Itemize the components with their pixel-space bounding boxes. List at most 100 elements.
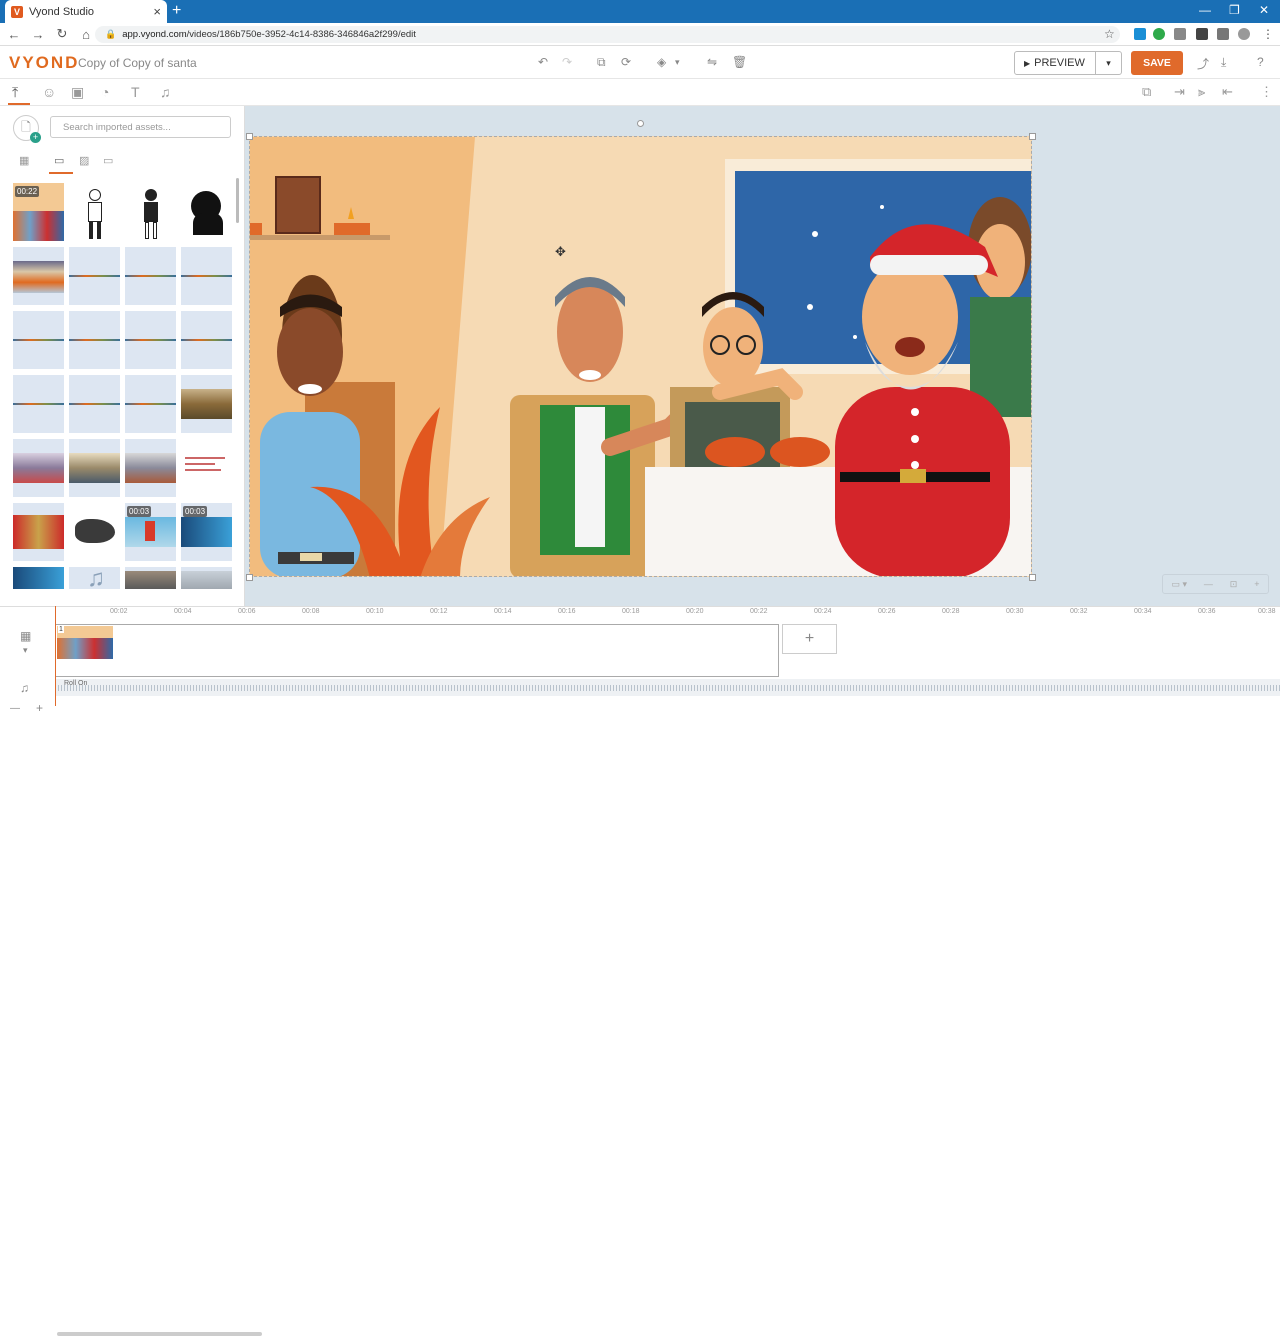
paste-icon[interactable]: ⟳: [621, 55, 631, 69]
scene-canvas[interactable]: [249, 136, 1032, 577]
asset-thumbnail[interactable]: [69, 311, 120, 369]
download-icon[interactable]: ⤓: [1221, 55, 1226, 70]
asset-thumbnail[interactable]: [181, 439, 232, 497]
asset-thumbnail[interactable]: [69, 439, 120, 497]
more-icon[interactable]: ⋮: [1260, 84, 1273, 100]
reload-icon[interactable]: ↻: [52, 26, 72, 42]
forward-icon[interactable]: →: [28, 27, 48, 42]
asset-thumbnail[interactable]: [13, 375, 64, 433]
zoom-control[interactable]: ▭ ▾ — ⊡ +: [1162, 574, 1269, 594]
asset-thumbnail[interactable]: 00:03: [125, 503, 176, 561]
flip-icon[interactable]: ⇋: [707, 55, 717, 69]
asset-thumbnail[interactable]: [125, 567, 176, 589]
resize-handle[interactable]: [246, 133, 253, 140]
add-scene-button[interactable]: +: [782, 624, 837, 654]
preview-button[interactable]: ▶ PREVIEW ▾: [1014, 51, 1122, 75]
extension-icon[interactable]: [1134, 28, 1146, 40]
asset-thumbnail[interactable]: [181, 311, 232, 369]
asset-thumbnail[interactable]: [69, 503, 120, 561]
scene-filter-icon[interactable]: ▦: [19, 154, 29, 167]
asset-thumbnail[interactable]: [13, 311, 64, 369]
resize-handle[interactable]: [246, 574, 253, 581]
share-icon[interactable]: ⤴: [1197, 55, 1209, 72]
character-icon[interactable]: ☺: [42, 84, 56, 100]
back-icon[interactable]: ←: [4, 27, 24, 42]
search-input[interactable]: Search imported assets...: [50, 116, 231, 138]
screen-icon[interactable]: ▭ ▾: [1171, 579, 1187, 590]
zoom-in-timeline-icon[interactable]: +: [36, 701, 43, 715]
scene-track[interactable]: 1: [55, 624, 779, 677]
asset-thumbnail[interactable]: ♫: [69, 567, 120, 589]
save-button[interactable]: SAVE: [1131, 51, 1183, 75]
extension-icon[interactable]: [1196, 28, 1208, 40]
asset-thumbnail[interactable]: [125, 439, 176, 497]
group-icon[interactable]: ⧉: [1142, 84, 1151, 100]
layers-icon[interactable]: ◈: [657, 55, 666, 69]
resize-handle[interactable]: [1029, 574, 1036, 581]
camera-icon[interactable]: [1174, 28, 1186, 40]
zoom-out-timeline-icon[interactable]: —: [10, 703, 20, 714]
timeline-ruler[interactable]: 00:02 00:04 00:06 00:08 00:10 00:12 00:1…: [0, 606, 1280, 623]
redo-icon[interactable]: ↷: [562, 55, 572, 69]
props-icon[interactable]: ▣: [71, 84, 84, 101]
asset-thumbnail[interactable]: 00:22: [13, 183, 64, 241]
menu-icon[interactable]: ⋮: [1262, 27, 1274, 41]
close-tab-icon[interactable]: ×: [153, 4, 161, 19]
upload-asset-button[interactable]: 🗋 +: [13, 115, 41, 143]
asset-thumbnail[interactable]: [181, 183, 232, 241]
asset-thumbnail[interactable]: [69, 375, 120, 433]
asset-thumbnail[interactable]: [13, 439, 64, 497]
asset-thumbnail[interactable]: 00:03: [181, 503, 232, 561]
folder-filter-icon[interactable]: ▭: [54, 154, 64, 167]
undo-icon[interactable]: ↶: [538, 55, 548, 69]
audio-track[interactable]: [55, 679, 1280, 696]
bookmark-star-icon[interactable]: ☆: [1104, 27, 1115, 41]
asset-thumbnail[interactable]: [125, 311, 176, 369]
chevron-down-icon[interactable]: ▾: [1095, 52, 1121, 74]
chart-icon[interactable]: ◔: [101, 84, 109, 100]
zoom-out-icon[interactable]: —: [1204, 579, 1213, 589]
asset-thumbnail[interactable]: [125, 183, 176, 241]
asset-thumbnail[interactable]: [13, 247, 64, 305]
restore-icon[interactable]: ❐: [1229, 3, 1240, 17]
asset-thumbnail[interactable]: [13, 567, 64, 589]
asset-thumbnail[interactable]: [69, 247, 120, 305]
asset-scrollbar[interactable]: [236, 178, 239, 223]
enter-icon[interactable]: ⇥: [1174, 84, 1185, 100]
music-icon[interactable]: ♫: [160, 84, 171, 100]
scene-track-icon[interactable]: ▦: [20, 629, 31, 643]
url-field[interactable]: 🔒 app.vyond.com/videos/186b750e-3952-4c1…: [95, 26, 1120, 43]
asset-thumbnail[interactable]: [181, 567, 232, 589]
project-title[interactable]: Copy of Copy of santa: [78, 56, 197, 70]
text-icon[interactable]: T: [131, 84, 140, 100]
fit-icon[interactable]: ⊡: [1230, 579, 1238, 590]
transition-icon[interactable]: ⫸: [1198, 84, 1205, 100]
close-window-icon[interactable]: ✕: [1259, 3, 1269, 17]
scene-thumbnail[interactable]: 1: [57, 626, 113, 659]
zoom-in-icon[interactable]: +: [1254, 579, 1259, 589]
upload-icon[interactable]: ⤒: [12, 84, 18, 101]
profile-icon[interactable]: [1238, 28, 1250, 40]
trash-icon[interactable]: 🗑: [732, 55, 747, 69]
image-filter-icon[interactable]: ▨: [79, 154, 89, 167]
extension-icon[interactable]: [1153, 28, 1165, 40]
new-tab-icon[interactable]: +: [172, 2, 181, 20]
asset-thumbnail[interactable]: [181, 375, 232, 433]
asset-thumbnail[interactable]: [125, 247, 176, 305]
rotate-handle[interactable]: [637, 120, 644, 127]
copy-icon[interactable]: ⧉: [597, 55, 606, 70]
exit-icon[interactable]: ⇤: [1222, 84, 1233, 100]
asset-thumbnail[interactable]: [69, 183, 120, 241]
asset-thumbnail[interactable]: [125, 375, 176, 433]
help-icon[interactable]: ?: [1257, 55, 1264, 69]
chevron-down-icon[interactable]: ▾: [675, 57, 680, 68]
asset-thumbnail[interactable]: [13, 503, 64, 561]
home-icon[interactable]: ⌂: [76, 27, 96, 42]
playhead[interactable]: [55, 606, 56, 706]
audio-track-icon[interactable]: ♫: [20, 681, 29, 695]
resize-handle[interactable]: [1029, 133, 1036, 140]
timeline-scrollbar[interactable]: [57, 1332, 262, 1336]
browser-tab[interactable]: V Vyond Studio ×: [5, 0, 167, 23]
puzzle-icon[interactable]: [1217, 28, 1229, 40]
video-filter-icon[interactable]: ▭: [103, 154, 113, 167]
